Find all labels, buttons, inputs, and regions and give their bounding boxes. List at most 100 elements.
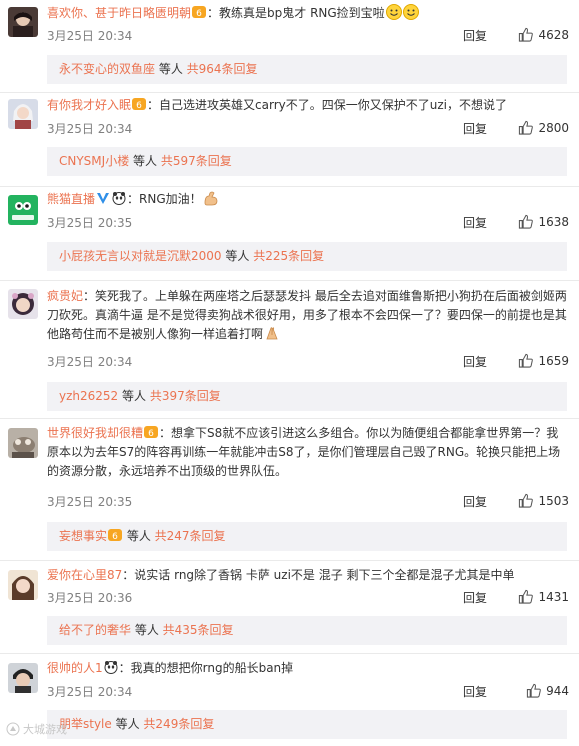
vip-badge-icon: 6 bbox=[192, 5, 207, 19]
reply-button[interactable]: 回复 bbox=[463, 27, 487, 44]
like-button[interactable]: 4628 bbox=[518, 27, 569, 42]
thumbs-up-icon bbox=[519, 589, 534, 604]
username-link[interactable]: 喜欢你、甚于昨日略匮明朝 bbox=[47, 6, 191, 20]
avatar[interactable] bbox=[8, 570, 38, 600]
like-count: 1431 bbox=[538, 589, 569, 604]
comment-text: ：笑死我了。上单躲在两座塔之后瑟瑟发抖 最后全去追对面维鲁斯把小狗扔在后面被剑姬… bbox=[47, 289, 567, 341]
divider bbox=[0, 653, 579, 654]
comment-text: ：教练真是bp鬼才 RNG捡到宝啦 bbox=[207, 6, 385, 20]
reply-separator: 等人 bbox=[221, 249, 254, 263]
reply-username[interactable]: 永不变心的双鱼座 bbox=[59, 62, 155, 76]
reply-button[interactable]: 回复 bbox=[463, 589, 487, 606]
avatar[interactable] bbox=[8, 195, 38, 225]
svg-text:6: 6 bbox=[136, 101, 142, 111]
vip-badge-icon: 6 bbox=[108, 524, 123, 542]
verified-v-icon bbox=[96, 191, 110, 205]
watermark-text: 大城游戏 bbox=[23, 723, 67, 736]
replies-preview[interactable]: 妄想事实 6 等人 共247条回复 bbox=[47, 522, 567, 551]
like-count: 2800 bbox=[538, 120, 569, 135]
reply-username[interactable]: 给不了的奢华 bbox=[59, 623, 131, 637]
watermark-logo-icon bbox=[6, 722, 20, 736]
panda-badge-icon bbox=[112, 191, 126, 205]
like-button[interactable]: 1503 bbox=[518, 493, 569, 508]
pray-emoji-icon bbox=[264, 325, 280, 341]
reply-count-link[interactable]: 共964条回复 bbox=[187, 62, 258, 76]
comment-text: ：RNG加油！ bbox=[127, 192, 202, 206]
timestamp: 3月25日 20:35 bbox=[47, 495, 133, 509]
thumbs-up-icon bbox=[519, 120, 534, 135]
like-count: 4628 bbox=[538, 27, 569, 42]
reply-button[interactable]: 回复 bbox=[463, 214, 487, 231]
like-button[interactable]: 1659 bbox=[518, 353, 569, 368]
replies-preview[interactable]: 给不了的奢华 等人 共435条回复 bbox=[47, 616, 567, 645]
thumbs-up-icon bbox=[519, 27, 534, 42]
reply-button[interactable]: 回复 bbox=[463, 353, 487, 370]
thumbs-up-icon bbox=[519, 214, 534, 229]
like-count: 944 bbox=[546, 683, 569, 698]
reply-count-link[interactable]: 共597条回复 bbox=[161, 154, 232, 168]
reply-button[interactable]: 回复 bbox=[463, 493, 487, 510]
thumbs-up-icon bbox=[519, 493, 534, 508]
thumbs-up-icon bbox=[526, 683, 541, 698]
reply-separator: 等人 bbox=[131, 623, 163, 637]
reply-count-link[interactable]: 共225条回复 bbox=[253, 249, 324, 263]
timestamp: 3月25日 20:34 bbox=[47, 29, 133, 43]
replies-preview[interactable]: yzh26252 等人 共397条回复 bbox=[47, 382, 567, 411]
timestamp: 3月25日 20:36 bbox=[47, 591, 133, 605]
username-link[interactable]: 疯贵妃 bbox=[47, 289, 83, 303]
reply-username[interactable]: 妄想事实 bbox=[59, 529, 107, 543]
like-button[interactable]: 2800 bbox=[518, 120, 569, 135]
reply-username[interactable]: 小屁孩无言以对就是沉默2000 bbox=[59, 249, 222, 263]
comment-text: ：我真的想把你rng的船长ban掉 bbox=[118, 661, 294, 675]
comment-text: ：说实话 rng除了香锅 卡萨 uzi不是 混子 剩下三个全都是混子尤其是中单 bbox=[122, 568, 515, 582]
divider bbox=[0, 418, 579, 419]
reply-count-link[interactable]: 共435条回复 bbox=[163, 623, 234, 637]
reply-separator: 等人 bbox=[129, 154, 161, 168]
replies-preview[interactable]: CNYSMJ小楼 等人 共597条回复 bbox=[47, 147, 567, 176]
reply-username[interactable]: yzh26252 bbox=[59, 389, 118, 403]
reply-button[interactable]: 回复 bbox=[463, 683, 487, 700]
reply-count-link[interactable]: 共249条回复 bbox=[143, 717, 214, 731]
reply-separator: 等人 bbox=[155, 62, 187, 76]
reply-separator: 等人 bbox=[123, 529, 155, 543]
divider bbox=[0, 560, 579, 561]
smile-emoji-icon bbox=[402, 4, 419, 20]
avatar[interactable] bbox=[8, 289, 38, 319]
timestamp: 3月25日 20:34 bbox=[47, 122, 133, 136]
replies-preview[interactable]: 永不变心的双鱼座 等人 共964条回复 bbox=[47, 55, 567, 84]
thumbs-up-icon bbox=[519, 353, 534, 368]
svg-text:6: 6 bbox=[196, 9, 202, 19]
watermark: 大城游戏 bbox=[6, 721, 67, 737]
reply-username[interactable]: CNYSMJ小楼 bbox=[59, 154, 129, 168]
like-count: 1503 bbox=[538, 493, 569, 508]
divider bbox=[0, 280, 579, 281]
avatar[interactable] bbox=[8, 99, 38, 129]
reply-separator: 等人 bbox=[118, 389, 150, 403]
replies-preview[interactable]: 朋举style 等人 共249条回复 bbox=[47, 710, 567, 739]
username-link[interactable]: 有你我才好入眠 bbox=[47, 98, 131, 112]
like-button[interactable]: 1431 bbox=[518, 589, 569, 604]
avatar[interactable] bbox=[8, 663, 38, 693]
like-button[interactable]: 1638 bbox=[518, 214, 569, 229]
avatar[interactable] bbox=[8, 428, 38, 458]
like-button[interactable]: 944 bbox=[526, 683, 569, 698]
timestamp: 3月25日 20:34 bbox=[47, 355, 133, 369]
muscle-emoji-icon bbox=[203, 190, 219, 206]
smile-emoji-icon bbox=[385, 4, 402, 20]
username-link[interactable]: 爱你在心里87 bbox=[47, 568, 122, 582]
username-link[interactable]: 熊猫直播 bbox=[47, 192, 95, 206]
vip-badge-icon: 6 bbox=[132, 97, 147, 111]
svg-text:6: 6 bbox=[148, 429, 154, 439]
svg-text:6: 6 bbox=[112, 532, 118, 542]
divider bbox=[0, 92, 579, 93]
replies-preview[interactable]: 小屁孩无言以对就是沉默2000 等人 共225条回复 bbox=[47, 242, 567, 271]
reply-count-link[interactable]: 共247条回复 bbox=[155, 529, 226, 543]
username-link[interactable]: 世界很好我却很糟 bbox=[47, 426, 143, 440]
avatar[interactable] bbox=[8, 7, 38, 37]
username-link[interactable]: 很帅的人1 bbox=[47, 661, 103, 675]
reply-button[interactable]: 回复 bbox=[463, 120, 487, 137]
comment-text: ：自己选进攻英雄又carry不了。四保一你又保护不了uzi，不想说了 bbox=[147, 98, 507, 112]
reply-separator: 等人 bbox=[111, 717, 144, 731]
divider bbox=[0, 186, 579, 187]
reply-count-link[interactable]: 共397条回复 bbox=[150, 389, 221, 403]
